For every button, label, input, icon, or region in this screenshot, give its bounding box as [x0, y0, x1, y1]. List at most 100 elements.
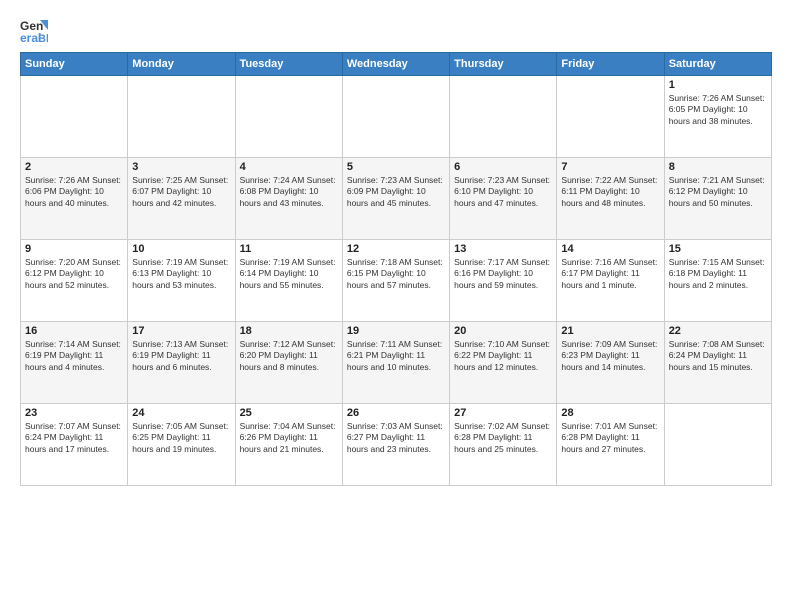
calendar-cell: 13 Sunrise: 7:17 AM Sunset: 6:16 PM Dayli…: [450, 240, 557, 322]
calendar-cell: 6 Sunrise: 7:23 AM Sunset: 6:10 PM Daylig…: [450, 158, 557, 240]
day-number: 28: [561, 407, 659, 419]
day-number: 12: [347, 243, 445, 255]
calendar-cell: [235, 76, 342, 158]
day-number: 5: [347, 161, 445, 173]
calendar-cell: 9 Sunrise: 7:20 AM Sunset: 6:12 PM Daylig…: [21, 240, 128, 322]
calendar-week-5: 23 Sunrise: 7:07 AM Sunset: 6:24 PM Dayli…: [21, 404, 772, 486]
day-number: 23: [25, 407, 123, 419]
day-info: Sunrise: 7:23 AM Sunset: 6:10 PM Dayligh…: [454, 175, 552, 209]
day-number: 17: [132, 325, 230, 337]
calendar-cell: 1 Sunrise: 7:26 AM Sunset: 6:05 PM Daylig…: [664, 76, 771, 158]
calendar-cell: 7 Sunrise: 7:22 AM Sunset: 6:11 PM Daylig…: [557, 158, 664, 240]
calendar-cell: 23 Sunrise: 7:07 AM Sunset: 6:24 PM Dayli…: [21, 404, 128, 486]
day-number: 19: [347, 325, 445, 337]
calendar-cell: 4 Sunrise: 7:24 AM Sunset: 6:08 PM Daylig…: [235, 158, 342, 240]
day-number: 4: [240, 161, 338, 173]
weekday-header-friday: Friday: [557, 53, 664, 76]
day-number: 15: [669, 243, 767, 255]
calendar-cell: 22 Sunrise: 7:08 AM Sunset: 6:24 PM Dayli…: [664, 322, 771, 404]
calendar-cell: 8Sunrise: 7:21 AM Sunset: 6:12 PM Daylig…: [664, 158, 771, 240]
day-number: 14: [561, 243, 659, 255]
day-info: Sunrise: 7:15 AM Sunset: 6:18 PM Dayligh…: [669, 257, 767, 291]
day-number: 22: [669, 325, 767, 337]
calendar-cell: [342, 76, 449, 158]
header: Gen eral Blue: [20, 16, 772, 44]
calendar-cell: 18Sunrise: 7:12 AM Sunset: 6:20 PM Dayli…: [235, 322, 342, 404]
day-info: Sunrise: 7:13 AM Sunset: 6:19 PM Dayligh…: [132, 339, 230, 373]
calendar-week-3: 9 Sunrise: 7:20 AM Sunset: 6:12 PM Daylig…: [21, 240, 772, 322]
day-number: 1: [669, 79, 767, 91]
calendar-cell: 10 Sunrise: 7:19 AM Sunset: 6:13 PM Dayli…: [128, 240, 235, 322]
day-info: Sunrise: 7:26 AM Sunset: 6:05 PM Dayligh…: [669, 93, 767, 127]
day-number: 8: [669, 161, 767, 173]
day-info: Sunrise: 7:12 AM Sunset: 6:20 PM Dayligh…: [240, 339, 338, 373]
day-number: 24: [132, 407, 230, 419]
day-info: Sunrise: 7:02 AM Sunset: 6:28 PM Dayligh…: [454, 421, 552, 455]
calendar-cell: 12 Sunrise: 7:18 AM Sunset: 6:15 PM Dayli…: [342, 240, 449, 322]
logo: Gen eral Blue: [20, 16, 52, 44]
day-info: Sunrise: 7:26 AM Sunset: 6:06 PM Dayligh…: [25, 175, 123, 209]
day-number: 6: [454, 161, 552, 173]
day-number: 10: [132, 243, 230, 255]
day-info: Sunrise: 7:01 AM Sunset: 6:28 PM Dayligh…: [561, 421, 659, 455]
calendar-cell: 20 Sunrise: 7:10 AM Sunset: 6:22 PM Dayli…: [450, 322, 557, 404]
calendar-cell: 21 Sunrise: 7:09 AM Sunset: 6:23 PM Dayli…: [557, 322, 664, 404]
calendar-table: SundayMondayTuesdayWednesdayThursdayFrid…: [20, 52, 772, 486]
day-info: Sunrise: 7:20 AM Sunset: 6:12 PM Dayligh…: [25, 257, 123, 291]
day-number: 2: [25, 161, 123, 173]
calendar-cell: [450, 76, 557, 158]
calendar-cell: 19 Sunrise: 7:11 AM Sunset: 6:21 PM Dayli…: [342, 322, 449, 404]
calendar-cell: 2 Sunrise: 7:26 AM Sunset: 6:06 PM Daylig…: [21, 158, 128, 240]
calendar-cell: 27Sunrise: 7:02 AM Sunset: 6:28 PM Dayli…: [450, 404, 557, 486]
calendar-cell: 28 Sunrise: 7:01 AM Sunset: 6:28 PM Dayli…: [557, 404, 664, 486]
day-info: Sunrise: 7:14 AM Sunset: 6:19 PM Dayligh…: [25, 339, 123, 373]
day-info: Sunrise: 7:16 AM Sunset: 6:17 PM Dayligh…: [561, 257, 659, 291]
day-number: 7: [561, 161, 659, 173]
weekday-header-wednesday: Wednesday: [342, 53, 449, 76]
weekday-header-row: SundayMondayTuesdayWednesdayThursdayFrid…: [21, 53, 772, 76]
weekday-header-monday: Monday: [128, 53, 235, 76]
day-info: Sunrise: 7:24 AM Sunset: 6:08 PM Dayligh…: [240, 175, 338, 209]
day-number: 21: [561, 325, 659, 337]
day-number: 25: [240, 407, 338, 419]
calendar-cell: 24 Sunrise: 7:05 AM Sunset: 6:25 PM Dayli…: [128, 404, 235, 486]
weekday-header-sunday: Sunday: [21, 53, 128, 76]
calendar-cell: 25Sunrise: 7:04 AM Sunset: 6:26 PM Dayli…: [235, 404, 342, 486]
day-info: Sunrise: 7:19 AM Sunset: 6:14 PM Dayligh…: [240, 257, 338, 291]
calendar-week-1: 1 Sunrise: 7:26 AM Sunset: 6:05 PM Daylig…: [21, 76, 772, 158]
weekday-header-tuesday: Tuesday: [235, 53, 342, 76]
day-info: Sunrise: 7:05 AM Sunset: 6:25 PM Dayligh…: [132, 421, 230, 455]
day-info: Sunrise: 7:17 AM Sunset: 6:16 PM Dayligh…: [454, 257, 552, 291]
calendar-cell: [21, 76, 128, 158]
day-info: Sunrise: 7:19 AM Sunset: 6:13 PM Dayligh…: [132, 257, 230, 291]
calendar-cell: 15 Sunrise: 7:15 AM Sunset: 6:18 PM Dayli…: [664, 240, 771, 322]
day-info: Sunrise: 7:23 AM Sunset: 6:09 PM Dayligh…: [347, 175, 445, 209]
calendar-cell: 11 Sunrise: 7:19 AM Sunset: 6:14 PM Dayli…: [235, 240, 342, 322]
day-info: Sunrise: 7:07 AM Sunset: 6:24 PM Dayligh…: [25, 421, 123, 455]
day-number: 26: [347, 407, 445, 419]
day-info: Sunrise: 7:08 AM Sunset: 6:24 PM Dayligh…: [669, 339, 767, 373]
day-number: 13: [454, 243, 552, 255]
day-number: 9: [25, 243, 123, 255]
calendar-week-2: 2 Sunrise: 7:26 AM Sunset: 6:06 PM Daylig…: [21, 158, 772, 240]
calendar-cell: 14 Sunrise: 7:16 AM Sunset: 6:17 PM Dayli…: [557, 240, 664, 322]
calendar-cell: [128, 76, 235, 158]
day-info: Sunrise: 7:22 AM Sunset: 6:11 PM Dayligh…: [561, 175, 659, 209]
calendar-cell: 17 Sunrise: 7:13 AM Sunset: 6:19 PM Dayli…: [128, 322, 235, 404]
day-info: Sunrise: 7:09 AM Sunset: 6:23 PM Dayligh…: [561, 339, 659, 373]
calendar-cell: 16Sunrise: 7:14 AM Sunset: 6:19 PM Dayli…: [21, 322, 128, 404]
calendar-cell: [664, 404, 771, 486]
weekday-header-saturday: Saturday: [664, 53, 771, 76]
day-info: Sunrise: 7:18 AM Sunset: 6:15 PM Dayligh…: [347, 257, 445, 291]
svg-text:Blue: Blue: [38, 33, 48, 44]
day-info: Sunrise: 7:10 AM Sunset: 6:22 PM Dayligh…: [454, 339, 552, 373]
day-info: Sunrise: 7:11 AM Sunset: 6:21 PM Dayligh…: [347, 339, 445, 373]
day-info: Sunrise: 7:25 AM Sunset: 6:07 PM Dayligh…: [132, 175, 230, 209]
calendar-cell: 3 Sunrise: 7:25 AM Sunset: 6:07 PM Daylig…: [128, 158, 235, 240]
day-number: 11: [240, 243, 338, 255]
weekday-header-thursday: Thursday: [450, 53, 557, 76]
day-number: 3: [132, 161, 230, 173]
calendar-cell: [557, 76, 664, 158]
calendar-week-4: 16Sunrise: 7:14 AM Sunset: 6:19 PM Dayli…: [21, 322, 772, 404]
day-number: 20: [454, 325, 552, 337]
